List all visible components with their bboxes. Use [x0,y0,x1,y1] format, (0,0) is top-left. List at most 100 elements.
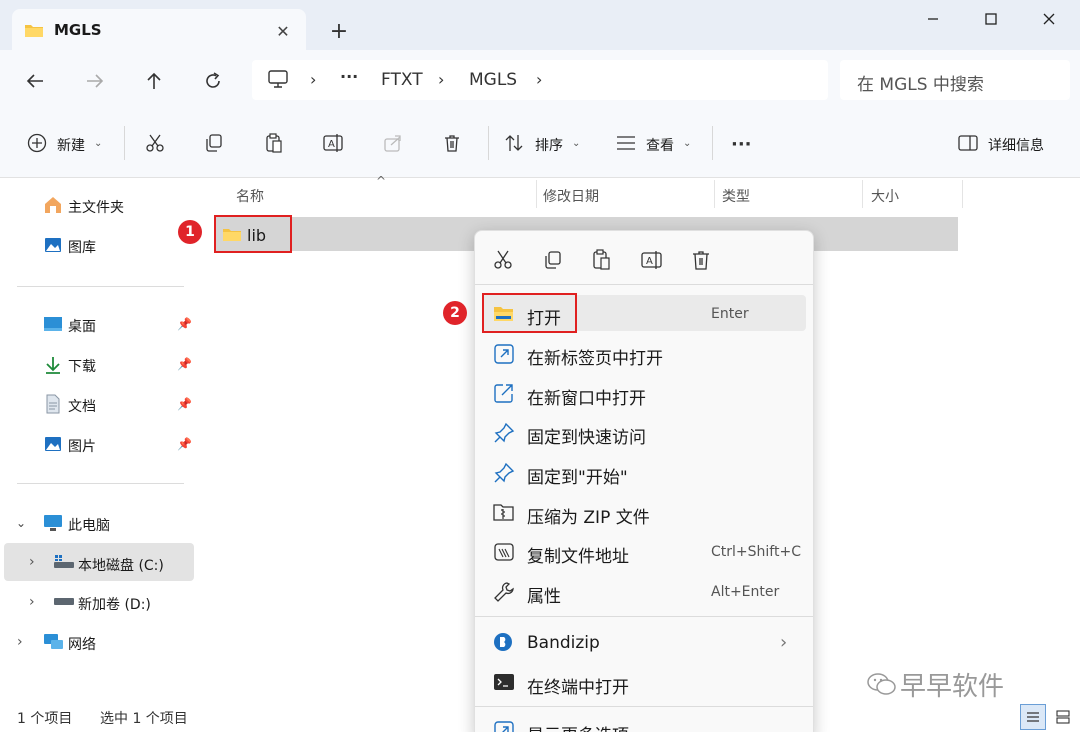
menu-item-copy-path-shortcut: Ctrl+Shift+C [711,544,801,560]
folder-open-icon [493,303,515,323]
new-button[interactable]: 新建 [57,135,85,155]
new-icon[interactable] [25,131,49,155]
expand-chevron-down-icon[interactable]: ⌄ [16,516,26,530]
nav-item-gallery[interactable]: 图库 [68,237,96,257]
toolbar-divider [488,126,489,160]
search-placeholder: 在 MGLS 中搜索 [857,75,984,95]
menu-item-properties[interactable]: 属性 [527,582,561,607]
status-selected-count: 选中 1 个项目 [100,711,188,727]
cut-icon[interactable] [143,131,167,155]
column-divider[interactable] [536,180,537,208]
breadcrumb-ellipsis[interactable]: ··· [340,67,358,86]
view-button[interactable]: 查看 [646,135,674,155]
maximize-button[interactable] [968,4,1014,34]
menu-item-open-new-window[interactable]: 在新窗口中打开 [527,384,646,409]
nav-item-downloads[interactable]: 下载 [68,356,96,376]
minimize-button[interactable] [910,4,956,34]
column-divider[interactable] [862,180,863,208]
column-type[interactable]: 类型 [722,186,750,206]
watermark-text: 早早软件 [900,672,1005,702]
tab-close-icon[interactable]: ✕ [272,21,294,43]
home-icon [43,195,63,215]
menu-item-bandizip[interactable]: Bandizip [527,633,600,653]
cut-icon[interactable] [492,249,514,271]
nav-divider [17,483,184,484]
tiles-view-toggle[interactable] [1050,704,1076,730]
column-modified[interactable]: 修改日期 [543,186,599,206]
expand-chevron-right-icon[interactable]: › [17,634,23,650]
menu-item-pin-quick-access[interactable]: 固定到快速访问 [527,423,646,448]
column-divider[interactable] [962,180,963,208]
expand-chevron-right-icon[interactable]: › [29,554,35,570]
tab-title: MGLS [54,21,102,39]
pictures-icon [43,434,63,454]
menu-divider [475,616,813,617]
nav-item-desktop[interactable]: 桌面 [68,316,96,336]
column-divider[interactable] [714,180,715,208]
pin-icon [493,422,515,444]
nav-item-new-volume[interactable]: 新加卷 (D:) [78,594,151,614]
nav-item-network[interactable]: 网络 [68,634,96,654]
wrench-icon [493,581,515,603]
new-tab-button[interactable]: + [326,19,352,45]
paste-icon[interactable] [591,249,613,271]
menu-item-compress-zip[interactable]: 压缩为 ZIP 文件 [527,503,650,528]
nav-divider [17,286,184,287]
column-size[interactable]: 大小 [871,186,899,206]
desktop-icon [43,315,63,333]
refresh-button[interactable] [198,66,228,96]
rename-icon[interactable]: A [640,249,664,271]
close-window-button[interactable] [1026,4,1072,34]
pin-icon[interactable]: 📌 [177,397,192,411]
pin-icon[interactable]: 📌 [177,317,192,331]
delete-icon[interactable] [690,249,712,271]
menu-item-copy-path[interactable]: 复制文件地址 [527,542,629,567]
menu-item-open-label: 打开 [527,309,561,329]
menu-item-open-shortcut: Enter [711,306,749,322]
sort-icon[interactable] [503,131,527,155]
new-dropdown-chevron-icon[interactable]: ⌄ [94,138,102,149]
open-new-tab-icon [493,343,515,365]
nav-item-pictures[interactable]: 图片 [68,436,96,456]
copy-icon[interactable] [202,131,226,155]
nav-item-this-pc[interactable]: 此电脑 [68,515,110,535]
view-icon[interactable] [614,131,638,155]
menu-item-open-terminal[interactable]: 在终端中打开 [527,673,629,698]
rename-icon[interactable]: A [321,131,345,155]
sort-chevron-icon[interactable]: ⌄ [572,138,580,149]
breadcrumb-ftxt[interactable]: FTXT [381,70,423,90]
drive-d-icon [53,597,75,607]
step-badge-1: 1 [178,220,202,244]
sort-button[interactable]: 排序 [535,135,563,155]
column-name[interactable]: 名称 [236,186,264,206]
view-chevron-icon[interactable]: ⌄ [683,138,691,149]
breadcrumb-chevron-icon: › [536,70,543,89]
copy-icon[interactable] [542,249,564,271]
details-view-toggle[interactable] [1020,704,1046,730]
back-button[interactable] [20,66,50,96]
forward-button[interactable] [80,66,110,96]
paste-icon[interactable] [262,131,286,155]
more-options-button[interactable]: ··· [731,134,752,155]
details-button[interactable]: 详细信息 [988,135,1044,155]
up-button[interactable] [139,66,169,96]
open-new-window-icon [493,382,515,404]
svg-text:A: A [646,256,653,267]
menu-item-properties-shortcut: Alt+Enter [711,584,780,600]
menu-item-show-more[interactable]: 显示更多选项 [527,721,629,732]
details-pane-icon[interactable] [956,131,980,155]
breadcrumb-mgls[interactable]: MGLS [469,70,517,90]
nav-item-home[interactable]: 主文件夹 [68,197,124,217]
share-icon[interactable] [381,131,405,155]
pin-icon[interactable]: 📌 [177,357,192,371]
pin-icon[interactable]: 📌 [177,437,192,451]
step-badge-2: 2 [443,301,467,325]
submenu-chevron-right-icon: › [780,632,788,653]
expand-chevron-right-icon[interactable]: › [29,594,35,610]
menu-item-pin-start[interactable]: 固定到"开始" [527,463,628,488]
wechat-icon [866,670,898,698]
menu-item-open-new-tab[interactable]: 在新标签页中打开 [527,344,663,369]
delete-icon[interactable] [440,131,464,155]
menu-divider [475,284,813,285]
nav-item-documents[interactable]: 文档 [68,396,96,416]
